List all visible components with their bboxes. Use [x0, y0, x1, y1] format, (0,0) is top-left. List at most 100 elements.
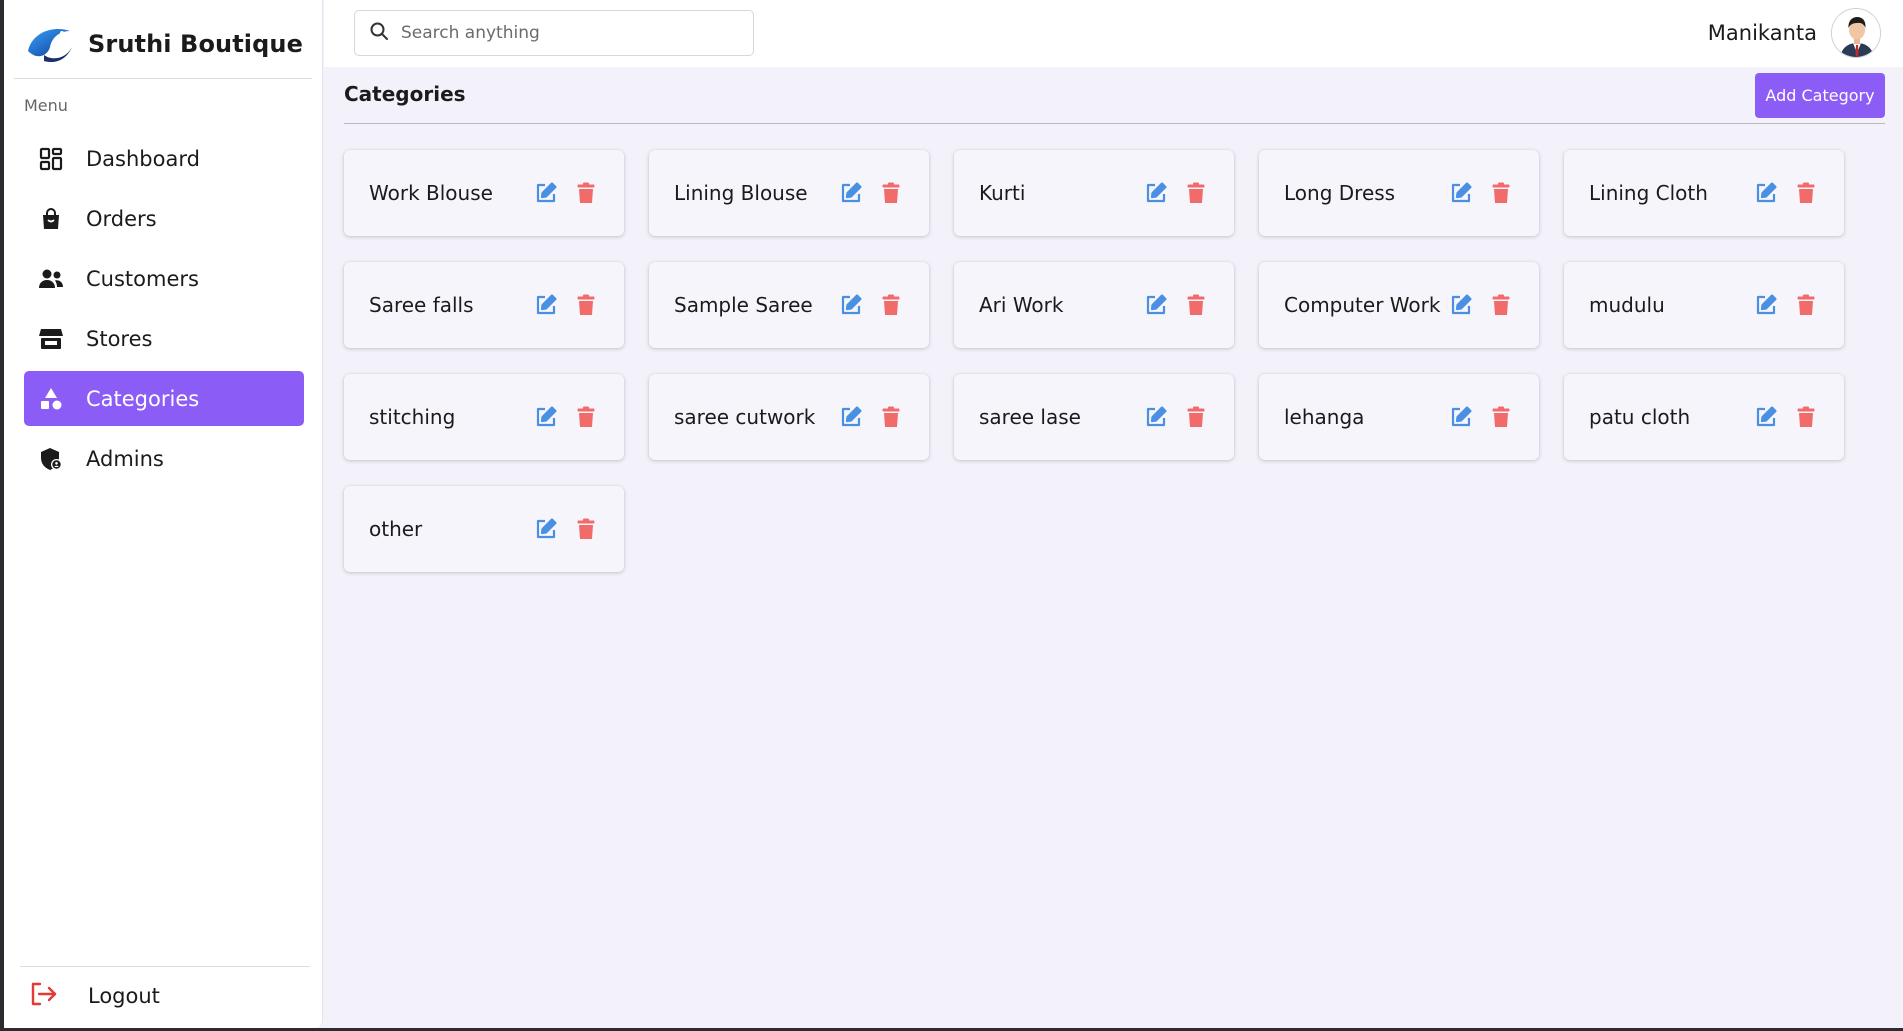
sidebar-item-customers[interactable]: Customers [24, 251, 304, 306]
sidebar-item-label: Dashboard [86, 146, 200, 171]
category-name: Lining Blouse [674, 181, 808, 205]
category-card: Kurti [954, 150, 1234, 236]
user-name: Manikanta [1707, 21, 1817, 45]
sidebar-item-label: Admins [86, 446, 164, 471]
delete-icon[interactable] [1794, 181, 1818, 205]
sidebar-item-label: Customers [86, 266, 199, 291]
card-actions [1144, 262, 1208, 348]
app-window: Sruthi Boutique Menu Dashboard Orders Cu… [4, 0, 1903, 1028]
sidebar-item-label: Stores [86, 326, 153, 351]
search-box[interactable] [354, 10, 754, 56]
edit-icon[interactable] [534, 405, 558, 429]
sidebar-item-dashboard[interactable]: Dashboard [24, 131, 304, 186]
edit-icon[interactable] [839, 181, 863, 205]
category-name: Lining Cloth [1589, 181, 1708, 205]
brand[interactable]: Sruthi Boutique [22, 20, 303, 68]
shopping-bag-icon [38, 206, 64, 232]
brand-name: Sruthi Boutique [88, 30, 303, 58]
sidebar-item-stores[interactable]: Stores [24, 311, 304, 366]
delete-icon[interactable] [1794, 405, 1818, 429]
edit-icon[interactable] [1754, 405, 1778, 429]
category-name: stitching [369, 405, 456, 429]
logout-icon [30, 981, 58, 1011]
delete-icon[interactable] [1184, 181, 1208, 205]
delete-icon[interactable] [1489, 181, 1513, 205]
sidebar-item-orders[interactable]: Orders [24, 191, 304, 246]
category-card: saree lase [954, 374, 1234, 460]
edit-icon[interactable] [534, 517, 558, 541]
add-category-button[interactable]: Add Category [1755, 73, 1885, 118]
sidebar-item-categories[interactable]: Categories [24, 371, 304, 426]
delete-icon[interactable] [574, 181, 598, 205]
admin-shield-icon [38, 446, 64, 472]
edit-icon[interactable] [1449, 181, 1473, 205]
delete-icon[interactable] [574, 293, 598, 317]
card-actions [1449, 374, 1513, 460]
card-actions [1449, 262, 1513, 348]
menu-heading: Menu [24, 96, 68, 115]
edit-icon[interactable] [1144, 181, 1168, 205]
category-name: Work Blouse [369, 181, 493, 205]
category-name: other [369, 517, 423, 541]
bird-logo-icon [28, 29, 72, 63]
top-bar: Manikanta [324, 0, 1903, 67]
delete-icon[interactable] [879, 405, 903, 429]
delete-icon[interactable] [1794, 293, 1818, 317]
edit-icon[interactable] [1754, 293, 1778, 317]
card-actions [1449, 150, 1513, 236]
edit-icon[interactable] [534, 293, 558, 317]
card-actions [839, 150, 903, 236]
category-name: lehanga [1284, 405, 1365, 429]
category-card: Work Blouse [344, 150, 624, 236]
card-actions [839, 374, 903, 460]
delete-icon[interactable] [574, 517, 598, 541]
delete-icon[interactable] [1184, 405, 1208, 429]
avatar[interactable] [1831, 8, 1881, 58]
category-card: Long Dress [1259, 150, 1539, 236]
category-card: patu cloth [1564, 374, 1844, 460]
category-card: Lining Cloth [1564, 150, 1844, 236]
sidebar-item-admins[interactable]: Admins [24, 431, 304, 486]
edit-icon[interactable] [534, 181, 558, 205]
category-name: saree lase [979, 405, 1081, 429]
delete-icon[interactable] [1184, 293, 1208, 317]
delete-icon[interactable] [879, 293, 903, 317]
edit-icon[interactable] [1754, 181, 1778, 205]
card-actions [534, 262, 598, 348]
edit-icon[interactable] [1449, 293, 1473, 317]
logout-button[interactable]: Logout [30, 976, 160, 1016]
card-actions [839, 262, 903, 348]
sidebar-item-label: Orders [86, 206, 157, 231]
category-card: Sample Saree [649, 262, 929, 348]
card-actions [534, 150, 598, 236]
search-icon [369, 21, 389, 45]
user-menu[interactable]: Manikanta [1708, 8, 1881, 58]
shapes-icon [38, 386, 64, 412]
delete-icon[interactable] [574, 405, 598, 429]
card-actions [1754, 374, 1818, 460]
edit-icon[interactable] [1144, 293, 1168, 317]
users-icon [38, 266, 64, 292]
search-input[interactable] [401, 23, 731, 43]
category-card: lehanga [1259, 374, 1539, 460]
card-actions [534, 374, 598, 460]
card-actions [1144, 150, 1208, 236]
delete-icon[interactable] [1489, 405, 1513, 429]
edit-icon[interactable] [1144, 405, 1168, 429]
category-card: other [344, 486, 624, 572]
category-name: Ari Work [979, 293, 1064, 317]
edit-icon[interactable] [1449, 405, 1473, 429]
card-actions [1754, 262, 1818, 348]
delete-icon[interactable] [1489, 293, 1513, 317]
category-name: saree cutwork [674, 405, 816, 429]
divider [344, 123, 1885, 124]
category-card: mudulu [1564, 262, 1844, 348]
card-actions [1144, 374, 1208, 460]
category-card: Computer Work [1259, 262, 1539, 348]
divider [14, 78, 312, 79]
category-card: saree cutwork [649, 374, 929, 460]
edit-icon[interactable] [839, 405, 863, 429]
delete-icon[interactable] [879, 181, 903, 205]
category-name: Computer Work [1284, 293, 1441, 317]
edit-icon[interactable] [839, 293, 863, 317]
